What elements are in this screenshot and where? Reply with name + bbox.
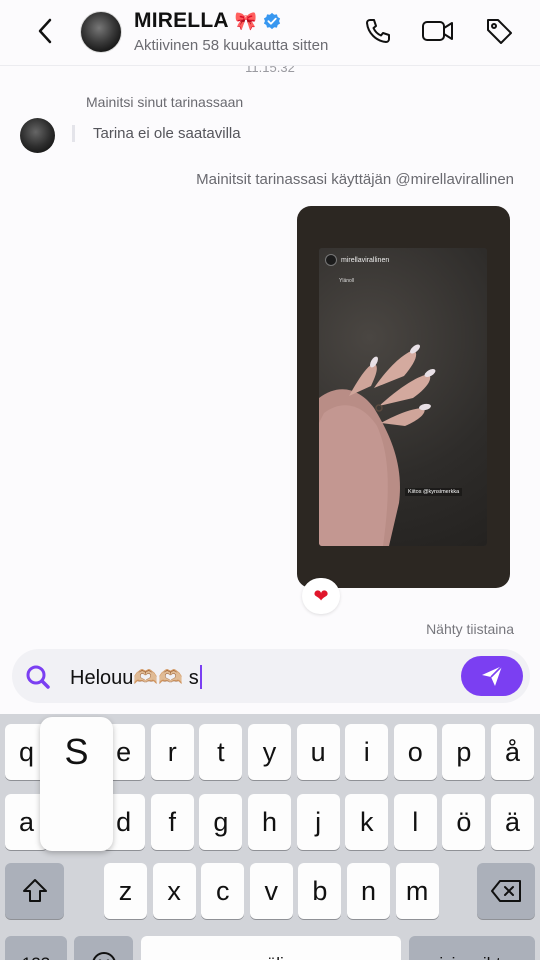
- key-f[interactable]: f: [150, 794, 194, 850]
- text-caret: [199, 665, 202, 689]
- search-icon: [26, 665, 50, 689]
- key-g[interactable]: g: [199, 794, 243, 850]
- key-v[interactable]: v: [249, 863, 293, 919]
- key-j[interactable]: j: [296, 794, 340, 850]
- key-y[interactable]: y: [248, 724, 291, 780]
- key-l[interactable]: l: [393, 794, 437, 850]
- heart-reaction-icon[interactable]: ❤: [302, 578, 340, 614]
- key-t[interactable]: t: [199, 724, 243, 780]
- bow-emoji-icon: 🎀: [234, 10, 258, 31]
- tag-button[interactable]: [482, 14, 516, 48]
- search-button[interactable]: [24, 663, 52, 691]
- key-o[interactable]: o: [393, 724, 437, 780]
- sender-avatar[interactable]: [20, 118, 55, 153]
- story-caption: Ylänoll: [339, 278, 355, 284]
- active-status: Aktiivinen 58 kuukautta sitten: [134, 37, 329, 54]
- send-button[interactable]: [461, 656, 523, 696]
- story-unavailable-message: Tarina ei ole saatavilla: [72, 125, 241, 142]
- video-icon: [422, 21, 453, 41]
- key-ä[interactable]: ä: [491, 794, 534, 850]
- contact-name: MIRELLA: [134, 9, 229, 32]
- key-i[interactable]: i: [345, 724, 389, 780]
- key-m[interactable]: m: [395, 863, 439, 919]
- emoji-icon: [92, 952, 115, 960]
- send-icon: [482, 665, 503, 686]
- seen-status: Nähty tiistaina: [426, 621, 514, 637]
- shift-key[interactable]: [5, 863, 64, 919]
- video-call-button[interactable]: [421, 14, 455, 48]
- hand-image: [319, 344, 436, 546]
- mention-you-note: Mainitsit tarinassasi käyttäjän @mirella…: [196, 171, 514, 188]
- story-tag: Kiitos @kynsimerkka: [405, 488, 463, 496]
- key-z[interactable]: z: [104, 863, 147, 919]
- story-username: mirellavirallinen: [325, 254, 389, 266]
- emoji-key[interactable]: [74, 936, 133, 960]
- key-ö[interactable]: ö: [442, 794, 486, 850]
- numbers-key[interactable]: 123: [5, 936, 67, 960]
- shift-icon: [22, 879, 47, 902]
- story-preview: mirellavirallinen Ylänoll Kiitos @kynsim…: [319, 248, 487, 546]
- message-composer: Helouu🫶🏼🫶🏼 s: [12, 649, 530, 703]
- message-input[interactable]: Helouu🫶🏼🫶🏼 s: [70, 663, 202, 691]
- key-h[interactable]: h: [248, 794, 291, 850]
- avatar[interactable]: [80, 11, 122, 53]
- back-button[interactable]: [28, 14, 62, 48]
- key-p[interactable]: p: [442, 724, 486, 780]
- key-k[interactable]: k: [345, 794, 389, 850]
- contact-name-row[interactable]: MIRELLA 🎀: [134, 9, 281, 33]
- tag-icon: [487, 19, 512, 44]
- key-x[interactable]: x: [152, 863, 196, 919]
- space-key[interactable]: väli: [141, 936, 401, 960]
- mention-note: Mainitsi sinut tarinassaan: [86, 94, 244, 110]
- message-text: Helouu🫶🏼🫶🏼 s: [70, 666, 199, 689]
- backspace-key[interactable]: [477, 863, 535, 919]
- key-preview-popup: S: [40, 717, 113, 851]
- phone-icon: [366, 19, 390, 43]
- key-u[interactable]: u: [296, 724, 340, 780]
- key-preview-letter: S: [64, 731, 89, 772]
- key-b[interactable]: b: [298, 863, 342, 919]
- return-key[interactable]: rivinvaihto: [409, 936, 535, 960]
- verified-badge-icon: [264, 12, 281, 30]
- key-å[interactable]: å: [491, 724, 534, 780]
- call-button[interactable]: [361, 14, 395, 48]
- key-c[interactable]: c: [201, 863, 245, 919]
- chat-header: MIRELLA 🎀 Aktiivinen 58 kuukautta sitten: [0, 0, 540, 66]
- key-r[interactable]: r: [150, 724, 194, 780]
- shared-story-card[interactable]: mirellavirallinen Ylänoll Kiitos @kynsim…: [297, 206, 510, 588]
- back-icon: [38, 18, 52, 44]
- key-n[interactable]: n: [347, 863, 390, 919]
- backspace-icon: [491, 880, 521, 902]
